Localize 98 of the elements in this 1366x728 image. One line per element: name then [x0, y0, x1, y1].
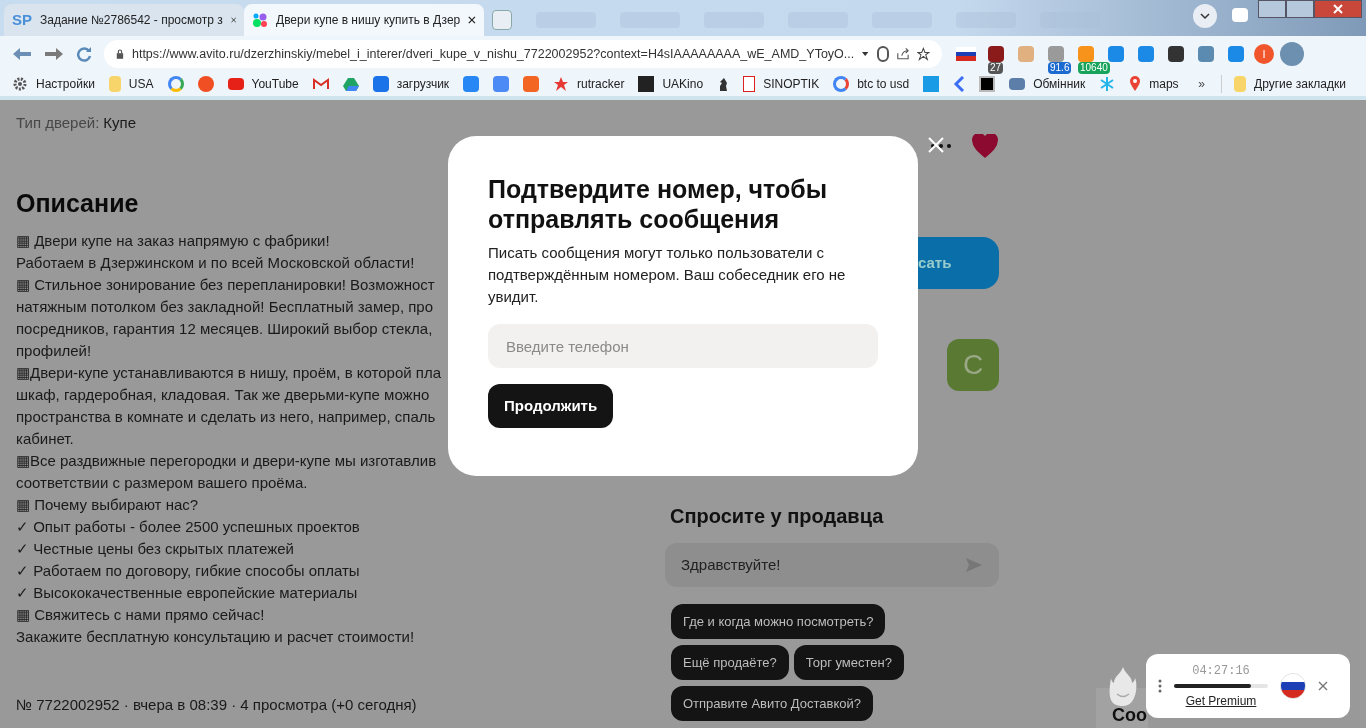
param-label: Тип дверей:	[16, 113, 100, 133]
bookmark[interactable]: rutracker	[553, 75, 625, 93]
description-line: профилей!	[16, 341, 92, 361]
bookmark[interactable]: Настройки	[12, 75, 95, 93]
continue-button[interactable]: Продолжить	[488, 384, 614, 428]
url-text: https://www.avito.ru/dzerzhinskiy/mebel_i_interer/dveri_kupe_v_nishu_7722002952?context=H4sIAAAAAAAA_wE_AMD_YToyO...	[131, 45, 855, 63]
dialog-title: Подтвердите номер, чтобы отправлять сообщения	[488, 174, 829, 234]
g-logo-icon	[833, 76, 850, 92]
bookmark[interactable]: maps	[1129, 75, 1179, 93]
flag-icon[interactable]	[1280, 673, 1306, 699]
more-icon[interactable]	[931, 144, 951, 148]
flag-icon[interactable]	[956, 47, 976, 61]
caret-icon[interactable]	[862, 51, 869, 57]
bookmark[interactable]: UAKino	[638, 75, 704, 93]
chess-knight-icon	[717, 76, 730, 92]
description-line: ✓ Опыт работы - более 2500 успешных проектов	[16, 517, 360, 537]
extension-badge: 27	[988, 62, 1004, 74]
timer-text: 04:27:16	[1192, 663, 1250, 680]
close-icon[interactable]	[468, 15, 476, 25]
description-line: соответствии с размером вашего проёма.	[16, 473, 308, 493]
asterisk-icon	[1099, 76, 1116, 92]
description-line: ▦Двери-купе устанавливаются в нишу, проём, в которой пла	[16, 363, 442, 383]
tab-favicon: SP	[12, 9, 32, 30]
param-value: Купе	[103, 113, 136, 133]
description-line: пространства в комнате и сделать из него, например, спаль	[16, 407, 436, 427]
share-icon[interactable]	[896, 47, 910, 61]
description-line: ▦ Почему выбирают нас?	[16, 495, 199, 515]
square-logo-icon	[463, 76, 480, 92]
description-line: натяжным потолком без закладной! Бесплатный замер, про	[16, 297, 434, 317]
extension-icon[interactable]	[988, 46, 1004, 62]
get-premium-link[interactable]: Get Premium	[1185, 692, 1257, 710]
description-line: Закажите бесплатную консультацию и расчет стоимости!	[16, 627, 415, 647]
extension-badge: 10640	[1078, 62, 1110, 74]
browser-tab[interactable]: SP Задание №2786542 - просмотр з	[4, 4, 244, 36]
listing-meta: № 7722002952 · вчера в 08:39 · 4 просмотра (+0 сегодня)	[16, 694, 417, 715]
phone-field[interactable]: Введите телефон	[488, 324, 878, 368]
star-icon	[553, 76, 570, 92]
seller-avatar: С	[947, 339, 999, 391]
more-bookmarks[interactable]: »	[1198, 75, 1206, 93]
address-bar[interactable]: https://www.avito.ru/dzerzhinskiy/mebel_i_interer/dveri_kupe_v_nishu_7722002952?context=H4sIAAAAAAAA_wE_AMD_YToyO...	[104, 40, 942, 68]
section-heading: Спросите у продавца	[670, 504, 885, 529]
chevron-logo-icon	[953, 76, 966, 92]
circle-logo-icon	[197, 76, 214, 92]
bookmark[interactable]: Обмінник	[1009, 75, 1086, 93]
dots-favicon-icon	[252, 12, 268, 28]
lock-icon	[116, 48, 124, 60]
star-icon[interactable]	[917, 46, 930, 62]
heart-icon[interactable]	[971, 134, 999, 158]
quick-question-chip[interactable]: Отправите Авито Доставкой?	[671, 686, 874, 721]
flame-mascot-icon[interactable]	[1108, 666, 1138, 706]
bookmark-icon[interactable]	[717, 76, 730, 92]
bookmark[interactable]: YouTube	[227, 75, 299, 93]
triangle-logo-icon	[342, 76, 359, 92]
kebab-menu-icon[interactable]	[1158, 679, 1162, 693]
g-logo-icon	[167, 76, 184, 92]
extension-icon[interactable]	[1168, 46, 1184, 62]
gear-icon	[12, 76, 28, 92]
description-line: ✓ Честные цены без скрытых платежей	[16, 539, 294, 559]
description-line: ▦ Двери купе на заказ напрямую с фабрики!	[16, 231, 330, 251]
bookmark[interactable]: btc to usd	[833, 75, 910, 93]
bookmark-icon[interactable]	[979, 76, 996, 92]
bookmark[interactable]: USA	[108, 75, 154, 93]
folder-icon	[108, 76, 121, 92]
reload-icon[interactable]	[76, 46, 92, 62]
quick-question-chip[interactable]: Ещё продаёте?	[671, 645, 789, 680]
tab-search-icon[interactable]	[1193, 4, 1217, 28]
description-line: ▦ Стильное зонирование без перепланировки! Возможност	[16, 275, 435, 295]
square-logo-icon	[523, 76, 540, 92]
mail-icon	[312, 78, 329, 90]
new-tab-icon[interactable]	[492, 10, 512, 30]
description-line: Работаем в Дзержинском и по всей Московской области!	[16, 253, 415, 273]
message-field[interactable]: Здравствуйте!	[665, 543, 999, 587]
square-logo-icon	[979, 76, 996, 92]
description-line: кабинет.	[16, 429, 74, 449]
section-heading: Описание	[16, 187, 139, 219]
tab-title: Двери купе в нишу купить в Дзер	[276, 12, 461, 29]
bookmark[interactable]: Другие закладки	[1221, 75, 1346, 93]
dialog-text: Писать сообщения могут только пользователи с подтверждённым номером. Ваш собеседник его не увидит.	[488, 243, 847, 307]
description-line: ▦Все раздвижные перегородки и двери-купе мы изготавлив	[16, 451, 437, 471]
description-line: ▦ Свяжитесь с нами прямо сейчас!	[16, 605, 265, 625]
bookmark[interactable]: SINOPTIK	[743, 75, 820, 93]
description-line: посредников, гарантия 12 месяцев. Широкий выбор стекла,	[16, 319, 433, 339]
tab-title: Задание №2786542 - просмотр з	[40, 12, 223, 29]
description-line: ✓ Работаем по договору, гибкие способы оплаты	[16, 561, 360, 581]
bookmark[interactable]: загрузчик	[372, 75, 450, 93]
quick-question-chip[interactable]: Где и когда можно посмотреть?	[671, 604, 886, 639]
extension-badge: 91.6	[1048, 62, 1072, 74]
maximize-icon[interactable]	[1286, 0, 1314, 18]
browser-tab[interactable]: Двери купе в нишу купить в Дзер	[244, 4, 484, 36]
minimize-icon[interactable]	[1258, 0, 1286, 18]
description-line: шкаф, гардеробная, кладовая. Так же дверьми-купе можно	[16, 385, 430, 405]
back-icon[interactable]	[12, 47, 32, 61]
description-line: ✓ Высококачественные европейские материалы	[16, 583, 358, 603]
square-logo-icon	[923, 76, 940, 92]
quick-question-chip[interactable]: Торг уместен?	[793, 645, 904, 680]
map-pin-icon	[1129, 76, 1142, 92]
forward-icon[interactable]	[44, 47, 64, 61]
close-icon[interactable]	[1314, 0, 1362, 18]
